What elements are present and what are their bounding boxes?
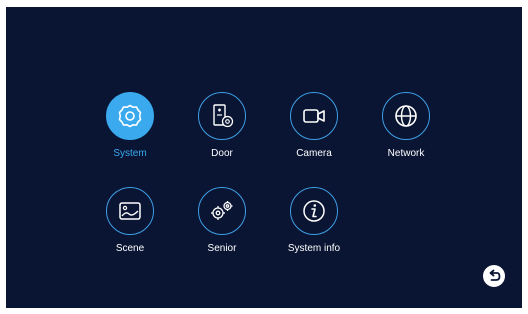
senior-icon-circle [198,187,246,235]
camera-icon [303,109,325,123]
gears-icon [211,201,233,220]
door-icon-circle [198,92,246,140]
network-icon-circle [382,92,430,140]
menu-item-label: Senior [207,243,237,254]
menu-item-label: Network [387,148,425,159]
landscape-icon [119,202,141,220]
gear-icon [118,104,142,128]
back-arrow-icon [489,269,501,281]
settings-screen: System Door Camera Network Scene Senior … [6,7,522,308]
system-info-icon-circle [290,187,338,235]
menu-item-label: Camera [296,148,332,159]
info-icon [303,200,325,222]
system-icon-circle [106,92,154,140]
menu-item-label: Door [211,148,233,159]
camera-icon-circle [290,92,338,140]
scene-icon-circle [106,187,154,235]
menu-item-label: Scene [115,243,145,254]
door-settings-icon [213,104,234,128]
menu-item-label: System [113,148,147,159]
menu-item-label: System info [287,243,341,254]
back-button[interactable] [483,265,505,287]
globe-icon [395,105,417,127]
